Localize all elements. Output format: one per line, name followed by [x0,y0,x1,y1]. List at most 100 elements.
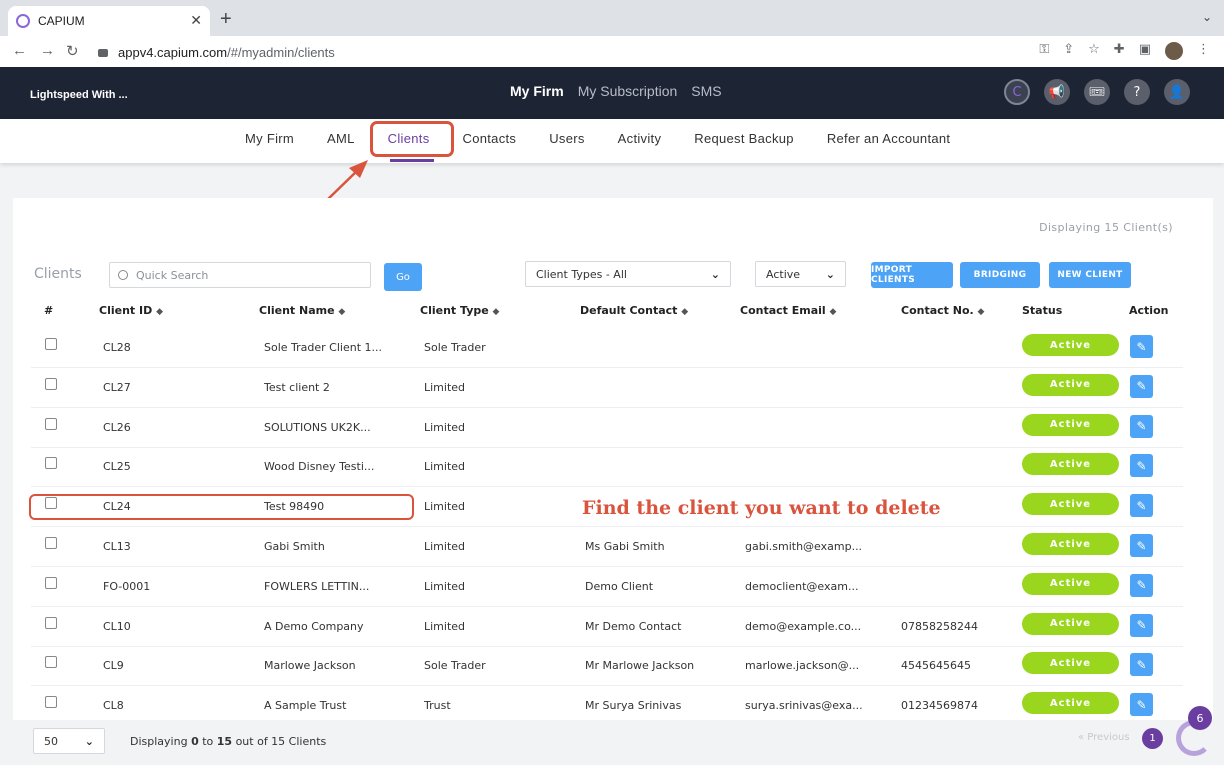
col-client-id[interactable]: Client ID ◆ [99,304,163,317]
tab-list-chevron-icon[interactable]: ⌄ [1202,10,1212,24]
cell-phone: 4545645645 [901,659,971,673]
subnav-request-backup[interactable]: Request Backup [694,131,794,146]
megaphone-icon[interactable]: 📢 [1044,79,1070,105]
row-checkbox[interactable] [45,576,57,589]
displaying-count: Displaying 15 Client(s) [1039,221,1173,234]
row-checkbox[interactable] [45,616,57,629]
go-button[interactable]: Go [384,263,422,291]
cell-name[interactable]: Sole Trader Client 1... [264,341,382,354]
cell-name[interactable]: Gabi Smith [264,540,325,553]
cell-name[interactable]: Test client 2 [264,381,330,394]
cell-name[interactable]: Marlowe Jackson [264,659,356,672]
edit-pencil-icon[interactable]: ✎ [1130,653,1153,677]
user-icon[interactable]: 👤 [1164,79,1190,105]
star-icon[interactable]: ☆ [1088,42,1100,60]
cell-contact: Mr Demo Contact [585,619,682,633]
cell-id: FO-0001 [103,579,151,593]
url-path: /#/myadmin/clients [227,44,335,60]
profile-avatar[interactable] [1165,42,1183,60]
help-icon[interactable]: ? [1124,79,1150,105]
edit-pencil-icon[interactable]: ✎ [1130,494,1153,518]
col-client-name[interactable]: Client Name ◆ [259,304,345,317]
client-types-value: Client Types - All [536,267,627,281]
per-page-select[interactable]: 50 ⌄ [33,728,105,754]
per-page-value: 50 [44,734,58,748]
edit-pencil-icon[interactable]: ✎ [1130,573,1153,597]
key-icon[interactable]: ⚿ [1039,42,1049,60]
nav-my-subscription[interactable]: My Subscription [578,83,678,99]
edit-pencil-icon[interactable]: ✎ [1130,374,1153,398]
status-badge: Active [1022,413,1119,436]
reload-icon[interactable]: ↻ [66,42,79,60]
col-contact-no[interactable]: Contact No. ◆ [901,304,984,317]
capium-apps-icon[interactable]: C [1004,79,1030,105]
menu-icon[interactable]: ⋮ [1197,42,1210,60]
cell-name[interactable]: FOWLERS LETTIN... [264,580,369,593]
client-types-select[interactable]: Client Types - All ⌄ [525,261,731,287]
nav-my-firm[interactable]: My Firm [510,83,564,99]
status-filter-select[interactable]: Active ⌄ [755,261,846,287]
search-input[interactable] [136,268,356,282]
cell-name[interactable]: SOLUTIONS UK2K... [264,421,371,434]
row-checkbox[interactable] [45,656,57,669]
edit-pencil-icon[interactable]: ✎ [1130,454,1153,478]
edit-pencil-icon[interactable]: ✎ [1130,335,1153,358]
cell-type: Limited [424,460,466,474]
table-row: CL26 SOLUTIONS UK2K... Limited Active ✎ [31,408,1183,448]
forward-icon[interactable]: → [40,42,55,59]
cell-type: Trust [424,699,451,713]
col-contact-email[interactable]: Contact Email ◆ [740,304,836,317]
row-checkbox[interactable] [45,417,57,430]
ticket-icon[interactable]: 🎟 [1084,79,1110,105]
browser-tab[interactable]: CAPIUM ✕ [8,6,210,36]
cell-contact: Ms Gabi Smith [585,540,665,553]
cell-name[interactable]: Wood Disney Testi... [264,460,374,473]
share-icon[interactable]: ⇪ [1063,42,1074,60]
row-checkbox[interactable] [45,377,57,390]
cell-name[interactable]: A Sample Trust [264,699,346,712]
clients-tab-highlight [370,121,454,157]
edit-pencil-icon[interactable]: ✎ [1130,693,1153,717]
col-status: Status [1022,304,1063,317]
quick-search[interactable] [109,262,371,288]
cell-email: democlient@exam... [745,579,859,593]
back-icon[interactable]: ← [12,42,27,59]
extensions-icon[interactable]: ✚ [1114,42,1125,60]
status-badge: Active [1022,373,1119,396]
edit-pencil-icon[interactable]: ✎ [1130,414,1153,438]
row-checkbox[interactable] [45,696,57,709]
row-checkbox[interactable] [45,457,57,470]
edit-pencil-icon[interactable]: ✎ [1130,534,1153,557]
subnav-aml[interactable]: AML [327,131,355,146]
url-host: appv4.capium.com [118,44,228,60]
import-clients-button[interactable]: IMPORT CLIENTS [871,262,953,288]
row-checkbox[interactable] [45,537,57,549]
previous-page-button[interactable]: « Previous [1078,732,1130,743]
url-field[interactable]: appv4.capium.com/#/myadmin/clients [90,39,1020,65]
edit-pencil-icon[interactable]: ✎ [1130,613,1153,637]
subnav-refer-accountant[interactable]: Refer an Accountant [827,131,951,146]
status-badge: Active [1022,572,1119,595]
capium-favicon-icon [16,14,30,28]
page-1-button[interactable]: 1 [1142,728,1163,749]
cell-name[interactable]: A Demo Company [264,620,364,633]
col-default-contact[interactable]: Default Contact ◆ [580,304,688,317]
subnav-my-firm[interactable]: My Firm [245,131,294,146]
subnav-users[interactable]: Users [549,131,584,146]
col-client-type[interactable]: Client Type ◆ [420,304,499,317]
cell-type: Sole Trader [424,659,486,673]
app-header: Lightspeed With ... My Firm My Subscript… [0,67,1224,119]
close-tab-icon[interactable]: ✕ [190,13,202,29]
status-badge: Active [1022,334,1119,356]
nav-sms[interactable]: SMS [691,83,721,99]
subnav-activity[interactable]: Activity [618,131,662,146]
new-tab-icon[interactable]: + [220,8,232,31]
subnav-contacts[interactable]: Contacts [463,131,517,146]
firm-name[interactable]: Lightspeed With ... [30,89,128,101]
bridging-button[interactable]: BRIDGING [960,262,1040,288]
side-panel-icon[interactable]: ▣ [1139,42,1151,60]
new-client-button[interactable]: NEW CLIENT [1049,262,1131,288]
row-checkbox[interactable] [45,338,57,350]
cell-id: CL9 [103,659,124,673]
cell-email: gabi.smith@examp... [745,540,863,553]
